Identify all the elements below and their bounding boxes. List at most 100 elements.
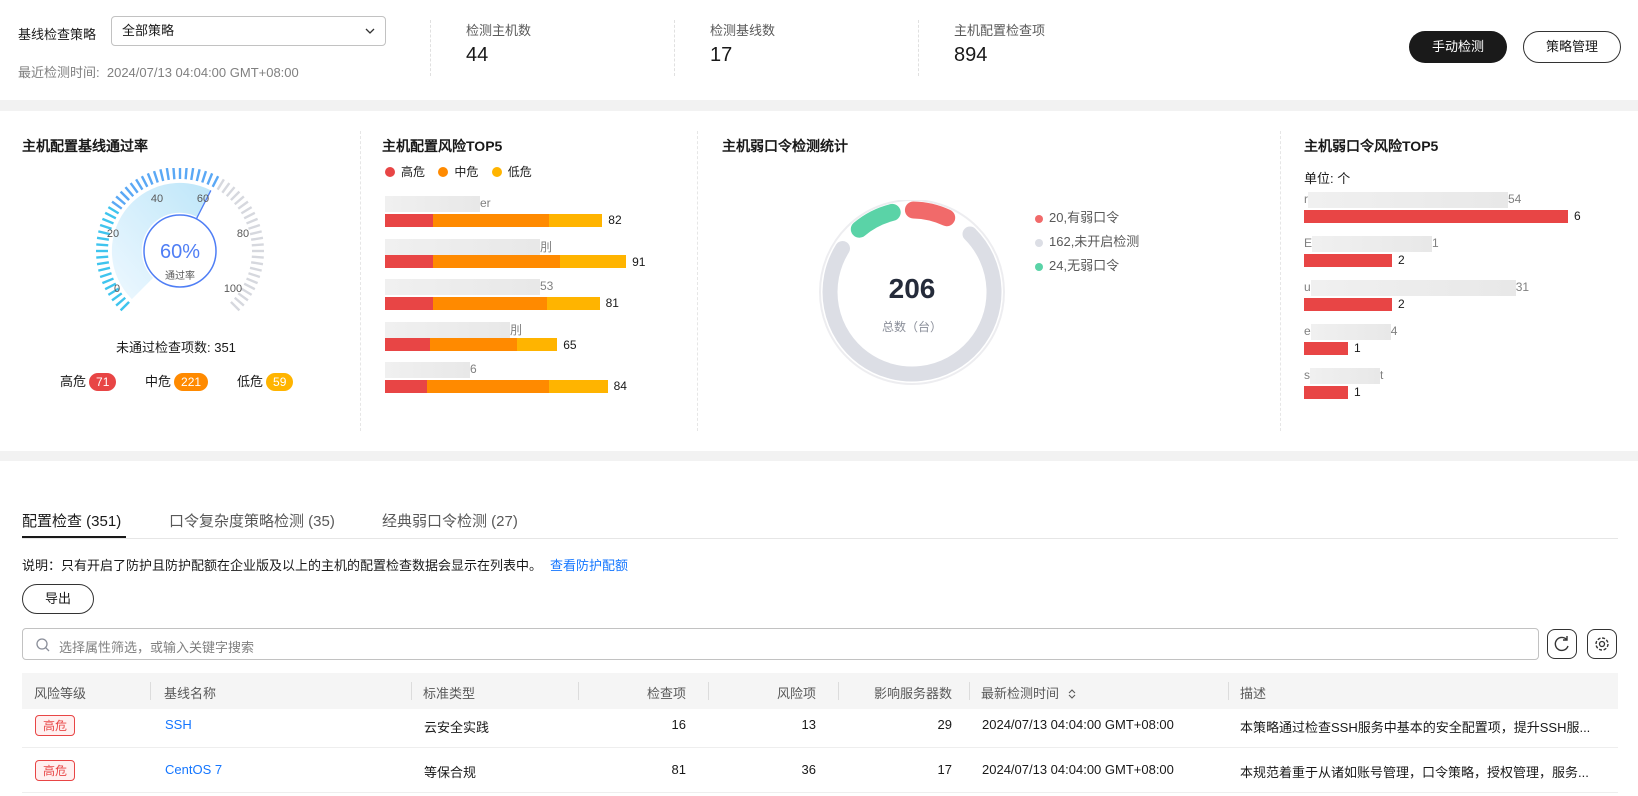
redacted-host-name	[1310, 368, 1380, 384]
legend-dot	[438, 167, 449, 177]
description: 本策略通过检查SSH服务中基本的安全配置项，提升SSH服...	[1240, 720, 1591, 735]
gauge-tick	[115, 296, 127, 307]
weak-bar[interactable]	[1304, 253, 1392, 267]
tab-password-complexity[interactable]: 口令复杂度策略检测 (35)	[169, 510, 335, 531]
search-icon	[36, 638, 50, 652]
gauge-tick	[146, 172, 154, 185]
tab-classic-weak-password[interactable]: 经典弱口令检测 (27)	[382, 510, 518, 531]
risk-stacked-bar[interactable]: 65	[385, 338, 577, 352]
gauge-tick	[249, 230, 262, 236]
redacted-host-name	[385, 322, 510, 339]
baseline-name-link[interactable]: CentOS 7	[165, 762, 222, 777]
weak-bar-row: 6	[1304, 209, 1581, 223]
risk-stacked-bar[interactable]: 81	[385, 296, 619, 310]
gauge-tick	[248, 223, 261, 230]
weak-bar[interactable]	[1304, 385, 1348, 399]
host-name-prefix: u	[1304, 280, 1311, 295]
check-items-count: 16	[671, 717, 686, 732]
column-header-affected-servers[interactable]: 影响服务器数	[874, 683, 952, 702]
weak-bar-row: 2	[1304, 297, 1529, 311]
gauge-tick	[152, 170, 159, 183]
weak-bar[interactable]	[1304, 209, 1568, 223]
pass-rate-gauge: 60% 通过率 0 20 40 60 80 100	[96, 168, 264, 312]
weak-bar-label: u 31	[1304, 280, 1529, 296]
divider	[674, 20, 675, 76]
gauge-tick	[119, 301, 130, 312]
legend-dot	[1035, 239, 1043, 247]
gauge-tick	[206, 172, 214, 185]
stat-value-baselines: 17	[710, 44, 733, 66]
column-header-baseline-name: 基线名称	[164, 686, 217, 701]
legend-item: 162,未开启检测	[1035, 230, 1139, 254]
bar-segment-low	[549, 213, 603, 227]
risk-bar-value: 81	[605, 296, 619, 310]
policy-select-value: 全部策略	[122, 23, 175, 38]
level-badge: 71	[89, 373, 117, 391]
column-header-label: 最新检测时间	[981, 686, 1060, 701]
manual-check-button[interactable]: 手动检测	[1409, 31, 1507, 63]
risk-bar-value: 84	[613, 379, 627, 393]
weak-bar[interactable]	[1304, 341, 1348, 355]
weak-password-legend: 20,有弱口令 162,未开启检测 24,无弱口令	[1035, 206, 1139, 278]
risk-stacked-bar[interactable]: 84	[385, 379, 627, 393]
weak-bar-row: 2	[1304, 253, 1439, 267]
host-name-suffix: t	[1380, 368, 1384, 383]
redacted-host-name	[1308, 192, 1508, 208]
pass-rate-title: 主机配置基线通过率	[22, 138, 148, 154]
level-label: 高危	[60, 374, 87, 389]
search-input[interactable]: 选择属性筛选，或输入关键字搜索	[22, 628, 1539, 660]
gauge-tick	[115, 195, 127, 206]
legend-label: 162,未开启检测	[1049, 234, 1140, 249]
gauge-tick	[251, 243, 264, 247]
weak-bar[interactable]	[1304, 297, 1392, 311]
gauge-tick	[225, 186, 236, 198]
bar-segment-mid	[432, 213, 550, 227]
column-separator	[411, 682, 412, 700]
column-separator	[969, 682, 970, 700]
sort-icon[interactable]	[1067, 688, 1077, 700]
gauge-tick	[195, 169, 201, 182]
gauge-tick	[201, 170, 208, 183]
bar-segment-high	[385, 338, 431, 351]
description: 本规范着重于从诸如账号管理，口令策略，授权管理，服务...	[1240, 765, 1589, 780]
policy-management-button[interactable]: 策略管理	[1523, 31, 1621, 63]
weak-top5-unit: 单位: 个	[1304, 171, 1351, 186]
policy-select[interactable]: 全部策略	[111, 16, 386, 46]
risk-level-tag: 高危	[35, 760, 76, 781]
donut-total-label: 总数（台）	[882, 319, 942, 334]
donut-segment-no-weak[interactable]	[850, 203, 901, 238]
risk-stacked-bar[interactable]: 91	[385, 255, 645, 269]
gauge-tick	[140, 175, 149, 188]
risk-stacked-bar[interactable]: 82	[385, 213, 622, 227]
risk-bar-label: er	[385, 196, 622, 212]
column-header-latest-check-time[interactable]: 最新检测时间	[981, 683, 1077, 702]
bar-segment-mid	[430, 338, 518, 351]
refresh-button[interactable]	[1547, 629, 1577, 659]
donut-segment-weak[interactable]	[904, 201, 956, 227]
weak-password-donut: 206 总数（台）	[819, 200, 1005, 385]
column-header-standard-type: 标准类型	[423, 686, 476, 701]
weak-bar-label: r 54	[1304, 192, 1581, 208]
bar-segment-low	[517, 338, 558, 351]
weak-bar-item: u 31 2	[1304, 280, 1529, 311]
bar-segment-high	[385, 213, 433, 227]
gauge-tick	[99, 272, 112, 279]
weak-bar-label: st	[1304, 368, 1383, 384]
export-button[interactable]: 导出	[22, 584, 94, 614]
baseline-name-link[interactable]: SSH	[165, 717, 192, 732]
host-name-suffix: 4	[1390, 324, 1398, 339]
redacted-host-name	[1310, 280, 1516, 296]
gauge-tick	[124, 186, 135, 198]
column-header-risk-items: 风险项	[776, 686, 816, 701]
divider	[430, 20, 431, 76]
settings-button[interactable]	[1587, 629, 1617, 659]
risk-bar-item: er 82	[385, 196, 622, 227]
tab-config-check[interactable]: 配置检查 (351)	[22, 510, 121, 531]
risk-bar-item: 6 84	[385, 362, 627, 393]
risk-bar-value: 91	[632, 254, 646, 269]
column-header-risk-level: 风险等级	[34, 686, 87, 701]
host-name-suffix: 31	[1515, 280, 1530, 295]
stat-value-check-items: 894	[954, 44, 988, 66]
risk-level-tag: 高危	[35, 715, 76, 736]
view-quota-link[interactable]: 查看防护配额	[550, 558, 628, 573]
